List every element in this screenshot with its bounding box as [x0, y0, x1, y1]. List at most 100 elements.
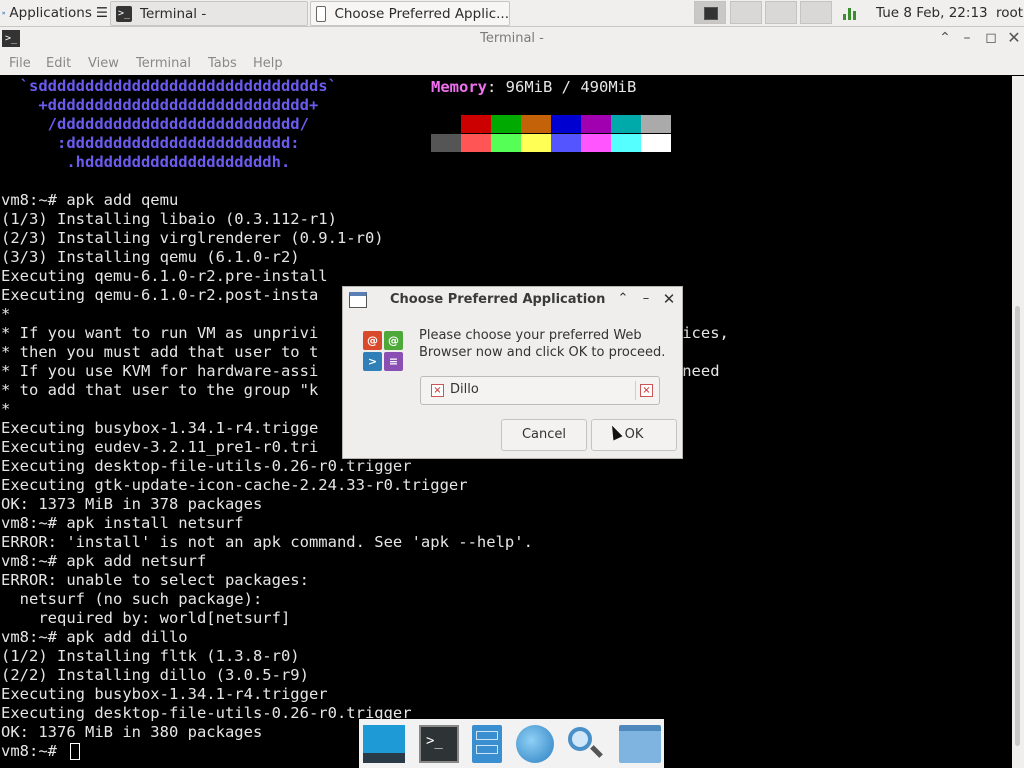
color-swatch: [491, 115, 521, 133]
lens: [568, 727, 592, 751]
color-swatch: [581, 134, 611, 152]
terminal-line: Executing desktop-file-utils-0.26-r0.tri…: [1, 704, 412, 722]
web-browser-icon: @: [363, 331, 382, 350]
taskbar-choose-application[interactable]: Choose Preferred Applic...: [310, 1, 510, 26]
scrollbar-thumb[interactable]: [1015, 306, 1020, 746]
terminal-line: * then you must add that user to t: [1, 343, 319, 361]
mail-icon: @: [384, 331, 403, 350]
system-monitor-icon[interactable]: [843, 1, 861, 24]
menu-edit[interactable]: Edit: [46, 56, 71, 71]
workspace-4[interactable]: [800, 1, 832, 24]
terminal-line: required by: world[netsurf]: [1, 609, 291, 627]
text-cursor: [70, 743, 80, 760]
terminal-line: Executing desktop-file-utils-0.26-r0.tri…: [1, 457, 412, 475]
menu-tabs[interactable]: Tabs: [208, 56, 237, 71]
color-swatch: [461, 115, 491, 133]
shade-button[interactable]: ⌃: [936, 29, 954, 47]
color-swatch: [581, 115, 611, 133]
shade-button[interactable]: ⌃: [615, 291, 631, 307]
choose-application-dialog: Choose Preferred Application ⌃ – ✕ @ @ >…: [342, 286, 683, 459]
terminal-line: Executing busybox-1.34.1-r4.trigger: [1, 685, 328, 703]
drawer: [476, 745, 498, 754]
terminal-line: Executing busybox-1.34.1-r4.trigge: [1, 419, 319, 437]
terminal-line: vm8:~# apk add qemu: [1, 191, 179, 209]
maximize-button[interactable]: ◻: [982, 29, 1000, 47]
terminal-line: * to add that user to the group "k: [1, 381, 319, 399]
menu-file[interactable]: File: [9, 56, 31, 71]
terminal-line: *: [1, 305, 11, 323]
logo-line: :dddddddddddddddddddddddd:: [1, 134, 300, 152]
menu-help[interactable]: Help: [253, 56, 283, 71]
terminal-titlebar[interactable]: >_ Terminal - ⌃ – ◻ ✕: [0, 27, 1024, 51]
color-swatch: [641, 115, 671, 133]
color-swatch: [491, 134, 521, 152]
menu-terminal[interactable]: Terminal: [136, 56, 191, 71]
terminal-line: (1/2) Installing fltk (1.3.8-r0): [1, 647, 300, 665]
ok-button[interactable]: OK: [591, 419, 677, 451]
workspace-3[interactable]: [765, 1, 797, 24]
terminal-icon[interactable]: >_: [419, 725, 459, 763]
terminal-line: Executing qemu-6.1.0-r2.post-insta: [1, 286, 319, 304]
dock: >_: [359, 719, 664, 768]
file-cabinet-icon[interactable]: [472, 725, 502, 763]
color-palette-normal: [431, 115, 671, 133]
terminal-line: *: [1, 400, 11, 418]
logo-line: `sdddddddddddddddddddddddddddddds`: [1, 77, 337, 95]
xfce-logo-icon: [2, 11, 6, 15]
browser-select[interactable]: × Dillo ×: [420, 376, 660, 405]
task-label: Choose Preferred Applic...: [334, 5, 509, 22]
color-swatch: [461, 134, 491, 152]
terminal-line: OK: 1376 MiB in 380 packages: [1, 723, 263, 741]
applications-label: Applications: [9, 4, 92, 21]
window-icon: [316, 5, 327, 22]
terminal-line: vm8:~# apk add netsurf: [1, 552, 207, 570]
logo-line: /dddddddddddddddddddddddddd/: [1, 115, 309, 133]
window-icon: [349, 292, 367, 308]
file-manager-icon: ≡: [384, 352, 403, 371]
window-title: Terminal -: [480, 31, 544, 46]
drawer: [476, 731, 498, 740]
user-menu[interactable]: root: [996, 1, 1023, 24]
terminal-line: OK: 1373 MiB in 378 packages: [1, 495, 263, 513]
color-swatch: [431, 134, 461, 152]
folder-icon[interactable]: [619, 725, 661, 763]
terminal-line: Executing eudev-3.2.11_pre1-r0.tri: [1, 438, 319, 456]
dialog-title: Choose Preferred Application: [390, 292, 606, 307]
workspace-1[interactable]: [694, 1, 726, 24]
clear-selection-icon[interactable]: ×: [640, 384, 653, 397]
logo-line: .hddddddddddddddddddddh.: [1, 153, 291, 171]
search-icon[interactable]: [565, 725, 605, 763]
logo-line: +dddddddddddddddddddddddddddd+: [1, 96, 319, 114]
scrollbar[interactable]: [1012, 76, 1024, 768]
taskbar-terminal[interactable]: >_ Terminal -: [110, 1, 308, 26]
window-miniature-icon: [704, 7, 718, 20]
workspace-2[interactable]: [730, 1, 762, 24]
applications-menu[interactable]: Applications ☰: [0, 1, 108, 24]
menu-glyph: ☰: [95, 4, 108, 21]
selected-browser: Dillo: [450, 382, 479, 397]
close-button[interactable]: ✕: [661, 291, 677, 307]
terminal-line: (2/3) Installing virglrenderer (0.9.1-r0…: [1, 229, 384, 247]
handle: [590, 745, 603, 758]
minimize-button[interactable]: –: [958, 29, 976, 47]
terminal-line: vm8:~#: [1, 742, 67, 760]
memory-value: : 96MiB / 490MiB: [487, 78, 637, 96]
terminal-line: ERROR: unable to select packages:: [1, 571, 309, 589]
terminal-line: Executing qemu-6.1.0-r2.pre-install: [1, 267, 328, 285]
desktop-icon[interactable]: [363, 725, 405, 763]
terminal-line: vm8:~# apk install netsurf: [1, 514, 244, 532]
close-button[interactable]: ✕: [1005, 29, 1023, 47]
preferred-applications-icon: @ @ > ≡: [363, 331, 405, 373]
web-browser-icon[interactable]: [516, 725, 554, 763]
color-swatch: [521, 115, 551, 133]
menu-view[interactable]: View: [88, 56, 119, 71]
dialog-titlebar[interactable]: Choose Preferred Application ⌃ – ✕: [343, 287, 682, 313]
minimize-button[interactable]: –: [638, 291, 654, 307]
terminal-icon: >: [363, 352, 382, 371]
cancel-button[interactable]: Cancel: [501, 419, 587, 451]
color-swatch: [611, 134, 641, 152]
color-swatch: [641, 134, 671, 152]
color-swatch: [521, 134, 551, 152]
terminal-line: Executing gtk-update-icon-cache-2.24.33-…: [1, 476, 468, 494]
clock[interactable]: Tue 8 Feb, 22:13: [876, 1, 988, 24]
